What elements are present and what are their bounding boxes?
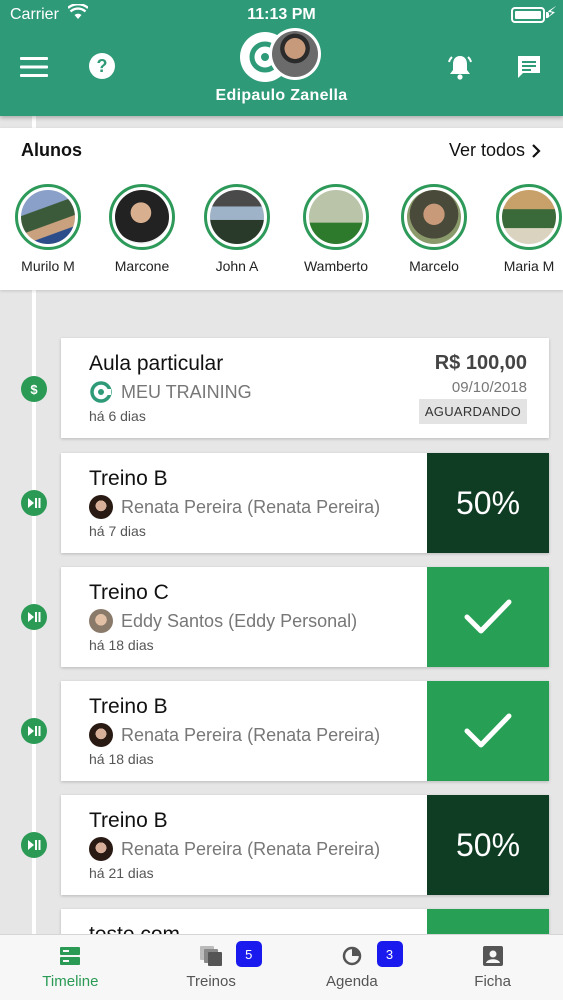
student-avatar xyxy=(21,190,75,244)
student-item[interactable]: Wamberto xyxy=(291,184,381,274)
workout-ago: há 18 dias xyxy=(89,637,154,653)
see-all-link[interactable]: Ver todos xyxy=(449,140,541,161)
completed-box xyxy=(427,681,549,781)
count-badge: 3 xyxy=(376,941,403,967)
student-avatar xyxy=(407,190,461,244)
play-pause-icon xyxy=(21,718,47,744)
workout-trainer-name: Renata Pereira (Renata Pereira) xyxy=(121,724,381,745)
hamburger-icon xyxy=(20,57,48,77)
payment-price: R$ 100,00 xyxy=(434,352,527,374)
see-all-label: Ver todos xyxy=(448,140,525,160)
help-button[interactable]: ? xyxy=(86,50,118,82)
workout-card[interactable]: Treino B Renata Pereira (Renata Pereira)… xyxy=(61,795,549,895)
students-panel: Alunos Ver todos Murilo M Marcone John A… xyxy=(0,128,563,290)
workout-ago: há 7 dias xyxy=(89,523,146,539)
trainer-avatar xyxy=(89,609,113,633)
student-avatar xyxy=(309,190,363,244)
workout-card[interactable]: Treino C Eddy Santos (Eddy Personal) há … xyxy=(61,567,549,667)
clock-icon xyxy=(342,946,362,966)
user-avatar[interactable] xyxy=(269,28,321,80)
completed-box xyxy=(427,567,549,667)
workout-title: Treino B xyxy=(89,467,168,490)
payment-subtitle-text: MEU TRAINING xyxy=(121,381,252,402)
play-pause-icon xyxy=(21,832,47,858)
bell-icon xyxy=(448,56,472,80)
student-item[interactable]: Marcone xyxy=(97,184,187,274)
chevron-right-icon xyxy=(532,143,541,158)
student-avatar xyxy=(210,190,264,244)
workout-card[interactable]: Treino B Renata Pereira (Renata Pereira)… xyxy=(61,453,549,553)
student-name: Marcelo xyxy=(409,258,459,274)
tab-label: Agenda xyxy=(326,973,378,990)
payment-card[interactable]: Aula particular MEU TRAINING há 6 dias R… xyxy=(61,338,549,438)
play-pause-icon xyxy=(21,604,47,630)
workout-trainer: Eddy Santos (Eddy Personal) xyxy=(89,609,357,633)
workout-trainer: Renata Pereira (Renata Pereira) xyxy=(89,837,380,861)
workout-ago: há 21 dias xyxy=(89,865,154,881)
students-title: Alunos xyxy=(21,140,82,160)
tab-bar: Timeline Treinos 5 Agenda 3 Ficha xyxy=(0,934,563,1000)
student-name: Marcone xyxy=(114,258,170,274)
workout-card[interactable]: Treino B Renata Pereira (Renata Pereira)… xyxy=(61,681,549,781)
tab-ficha[interactable]: Ficha xyxy=(422,935,563,1000)
student-name: Maria M xyxy=(503,258,555,274)
checkmark-icon xyxy=(464,599,512,634)
chat-icon xyxy=(518,56,540,78)
svg-text:?: ? xyxy=(97,56,108,76)
tab-label: Ficha xyxy=(474,973,511,990)
tab-label: Timeline xyxy=(42,973,99,990)
count-badge: 5 xyxy=(235,941,262,967)
student-name: Wamberto xyxy=(303,258,369,274)
status-bar: Carrier 11:13 PM ⚡ xyxy=(0,0,563,30)
student-avatar xyxy=(115,190,169,244)
workout-title: Treino B xyxy=(89,809,168,832)
play-pause-icon xyxy=(21,490,47,516)
menu-button[interactable] xyxy=(18,52,50,82)
student-name: Murilo M xyxy=(21,258,75,274)
workout-title: Treino C xyxy=(89,581,169,604)
notifications-button[interactable] xyxy=(443,50,477,84)
profile-card-icon xyxy=(482,946,503,966)
trainer-avatar xyxy=(89,723,113,747)
tab-timeline[interactable]: Timeline xyxy=(0,935,141,1000)
workout-trainer-name: Eddy Santos (Eddy Personal) xyxy=(121,610,358,631)
student-item[interactable]: Maria M xyxy=(484,184,563,274)
progress-box: 50% xyxy=(427,795,549,895)
workout-ago: há 18 dias xyxy=(89,751,154,767)
workout-trainer: Renata Pereira (Renata Pereira) xyxy=(89,723,380,747)
help-icon: ? xyxy=(89,53,115,79)
stack-icon xyxy=(200,946,223,966)
tab-label: Treinos xyxy=(186,973,236,990)
progress-box: 50% xyxy=(427,453,549,553)
trainer-avatar xyxy=(89,837,113,861)
timeline-icon xyxy=(60,947,81,965)
payment-ago: há 6 dias xyxy=(89,408,146,424)
student-name: John A xyxy=(215,258,259,274)
tab-agenda[interactable]: Agenda 3 xyxy=(282,935,423,1000)
workout-trainer: Renata Pereira (Renata Pereira) xyxy=(89,495,380,519)
app-header: Carrier 11:13 PM ⚡ ? Edipaulo Zanella xyxy=(0,0,563,116)
payment-title: Aula particular xyxy=(89,352,224,375)
student-item[interactable]: Murilo M xyxy=(3,184,93,274)
student-avatar xyxy=(502,190,556,244)
battery-icon xyxy=(511,7,545,23)
workout-title: Treino B xyxy=(89,695,168,718)
workout-trainer-name: Renata Pereira (Renata Pereira) xyxy=(121,838,381,859)
payment-subtitle: MEU TRAINING xyxy=(89,380,252,404)
dollar-icon: $ xyxy=(21,376,47,402)
workout-trainer-name: Renata Pereira (Renata Pereira) xyxy=(121,496,381,517)
payment-date: 09/10/2018 xyxy=(451,379,527,396)
logo-icon xyxy=(90,381,112,403)
tab-treinos[interactable]: Treinos 5 xyxy=(141,935,282,1000)
student-item[interactable]: John A xyxy=(192,184,282,274)
status-badge: AGUARDANDO xyxy=(418,399,527,424)
student-item[interactable]: Marcelo xyxy=(389,184,479,274)
messages-button[interactable] xyxy=(512,50,546,84)
checkmark-icon xyxy=(464,713,512,748)
trainer-avatar xyxy=(89,495,113,519)
user-name: Edipaulo Zanella xyxy=(215,87,348,104)
clock: 11:13 PM xyxy=(247,6,316,23)
charging-icon: ⚡ xyxy=(545,5,557,22)
